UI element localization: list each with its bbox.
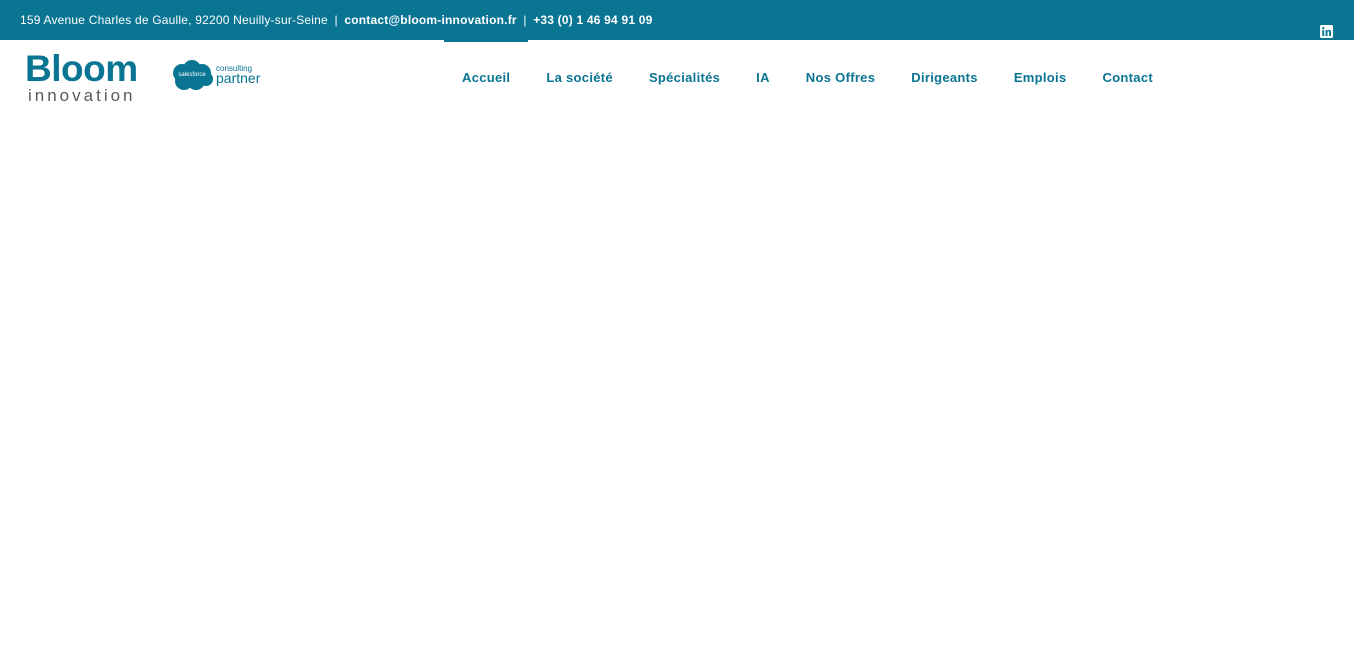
address-text: 159 Avenue Charles de Gaulle, 92200 Neui…	[20, 13, 328, 27]
contact-line: 159 Avenue Charles de Gaulle, 92200 Neui…	[20, 0, 652, 40]
separator: |	[334, 13, 338, 27]
partner-text: partner	[216, 70, 261, 86]
page-scrollbar[interactable]	[1354, 0, 1366, 651]
main-navigation: Accueil La société Spécialités IA Nos Of…	[444, 40, 1171, 114]
nav-item-emplois[interactable]: Emplois	[996, 40, 1085, 114]
nav-item-specialites[interactable]: Spécialités	[631, 40, 738, 114]
nav-item-dirigeants[interactable]: Dirigeants	[893, 40, 996, 114]
site-header: Bloom innovation salesforce consulting p…	[0, 40, 1354, 114]
page: 159 Avenue Charles de Gaulle, 92200 Neui…	[0, 0, 1354, 651]
email-link[interactable]: contact@bloom-innovation.fr	[344, 13, 516, 27]
nav-item-la-societe[interactable]: La société	[528, 40, 631, 114]
bloom-logo[interactable]: Bloom innovation	[25, 49, 150, 107]
phone-link[interactable]: +33 (0) 1 46 94 91 09	[533, 13, 652, 27]
linkedin-icon[interactable]	[1320, 14, 1333, 38]
nav-item-nos-offres[interactable]: Nos Offres	[788, 40, 893, 114]
logo-wordmark: Bloom	[25, 48, 138, 89]
nav-item-contact[interactable]: Contact	[1085, 40, 1172, 114]
separator: |	[523, 13, 527, 27]
salesforce-partner-badge[interactable]: salesforce consulting partner	[170, 59, 262, 93]
logo-subtitle: innovation	[28, 86, 136, 105]
top-info-bar: 159 Avenue Charles de Gaulle, 92200 Neui…	[0, 0, 1354, 40]
nav-item-ia[interactable]: IA	[738, 40, 788, 114]
salesforce-label: salesforce	[178, 72, 206, 78]
nav-item-accueil[interactable]: Accueil	[444, 40, 529, 114]
main-content-area	[0, 114, 1354, 651]
